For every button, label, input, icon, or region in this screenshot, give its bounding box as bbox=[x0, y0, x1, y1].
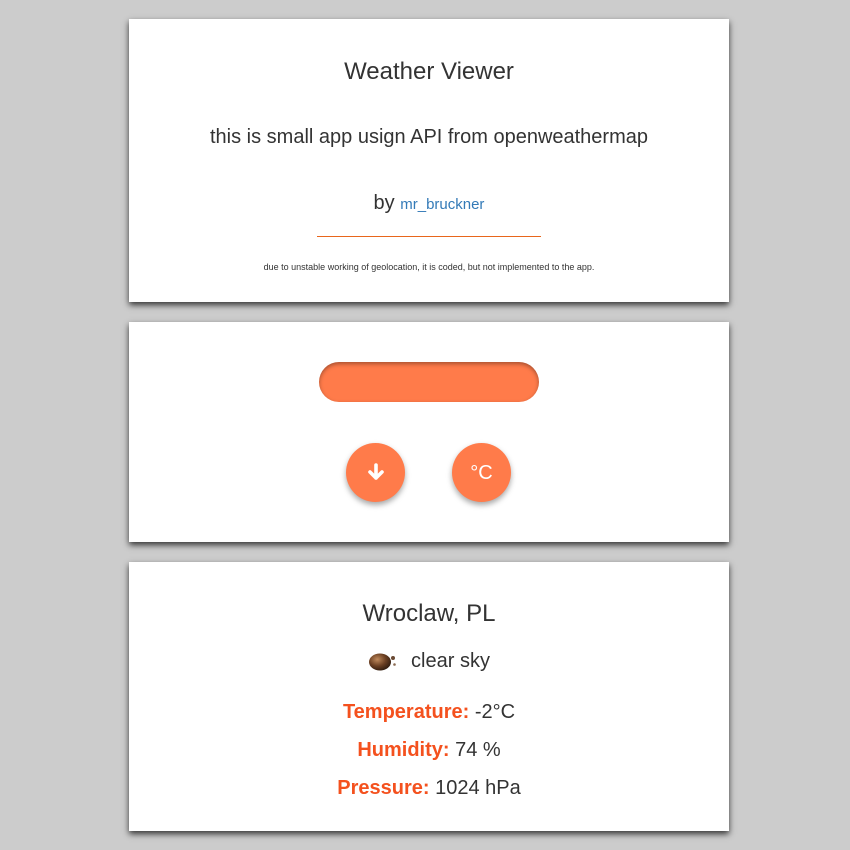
clear-sky-icon bbox=[369, 653, 396, 671]
humidity-row: Humidity: 74 % bbox=[129, 738, 729, 762]
condition-text: clear sky bbox=[411, 649, 490, 672]
city-input[interactable] bbox=[319, 362, 539, 402]
pressure-label: Pressure: bbox=[337, 777, 430, 799]
app-description: this is small app usign API from openwea… bbox=[210, 126, 648, 148]
divider bbox=[317, 236, 541, 237]
humidity-value: 74 % bbox=[455, 739, 501, 761]
intro-card: Weather Viewer this is small app usign A… bbox=[129, 19, 729, 302]
temperature-value: -2°C bbox=[474, 701, 516, 723]
weather-condition: clear sky bbox=[129, 648, 729, 674]
weather-card: Wroclaw, PL clear sky Temperature: -2°C … bbox=[129, 562, 729, 831]
temperature-label: Temperature: bbox=[342, 701, 470, 723]
pressure-row: Pressure: 1024 hPa bbox=[129, 776, 729, 800]
arrow-down-icon bbox=[367, 462, 384, 480]
humidity-label: Humidity: bbox=[357, 739, 450, 761]
unit-label: °C bbox=[470, 461, 493, 484]
fetch-weather-button[interactable] bbox=[346, 443, 405, 502]
byline: by mr_bruckner bbox=[129, 191, 729, 217]
city-name: Wroclaw, PL bbox=[362, 600, 496, 627]
temperature-row: Temperature: -2°C bbox=[129, 700, 729, 724]
controls-card: °C bbox=[129, 322, 729, 542]
author-link[interactable]: mr_bruckner bbox=[400, 196, 484, 213]
pressure-value: 1024 hPa bbox=[435, 777, 521, 799]
geolocation-note: due to unstable working of geolocation, … bbox=[263, 262, 595, 272]
unit-toggle-button[interactable]: °C bbox=[452, 443, 511, 502]
by-label: by bbox=[373, 192, 395, 214]
app-title: Weather Viewer bbox=[344, 58, 514, 85]
